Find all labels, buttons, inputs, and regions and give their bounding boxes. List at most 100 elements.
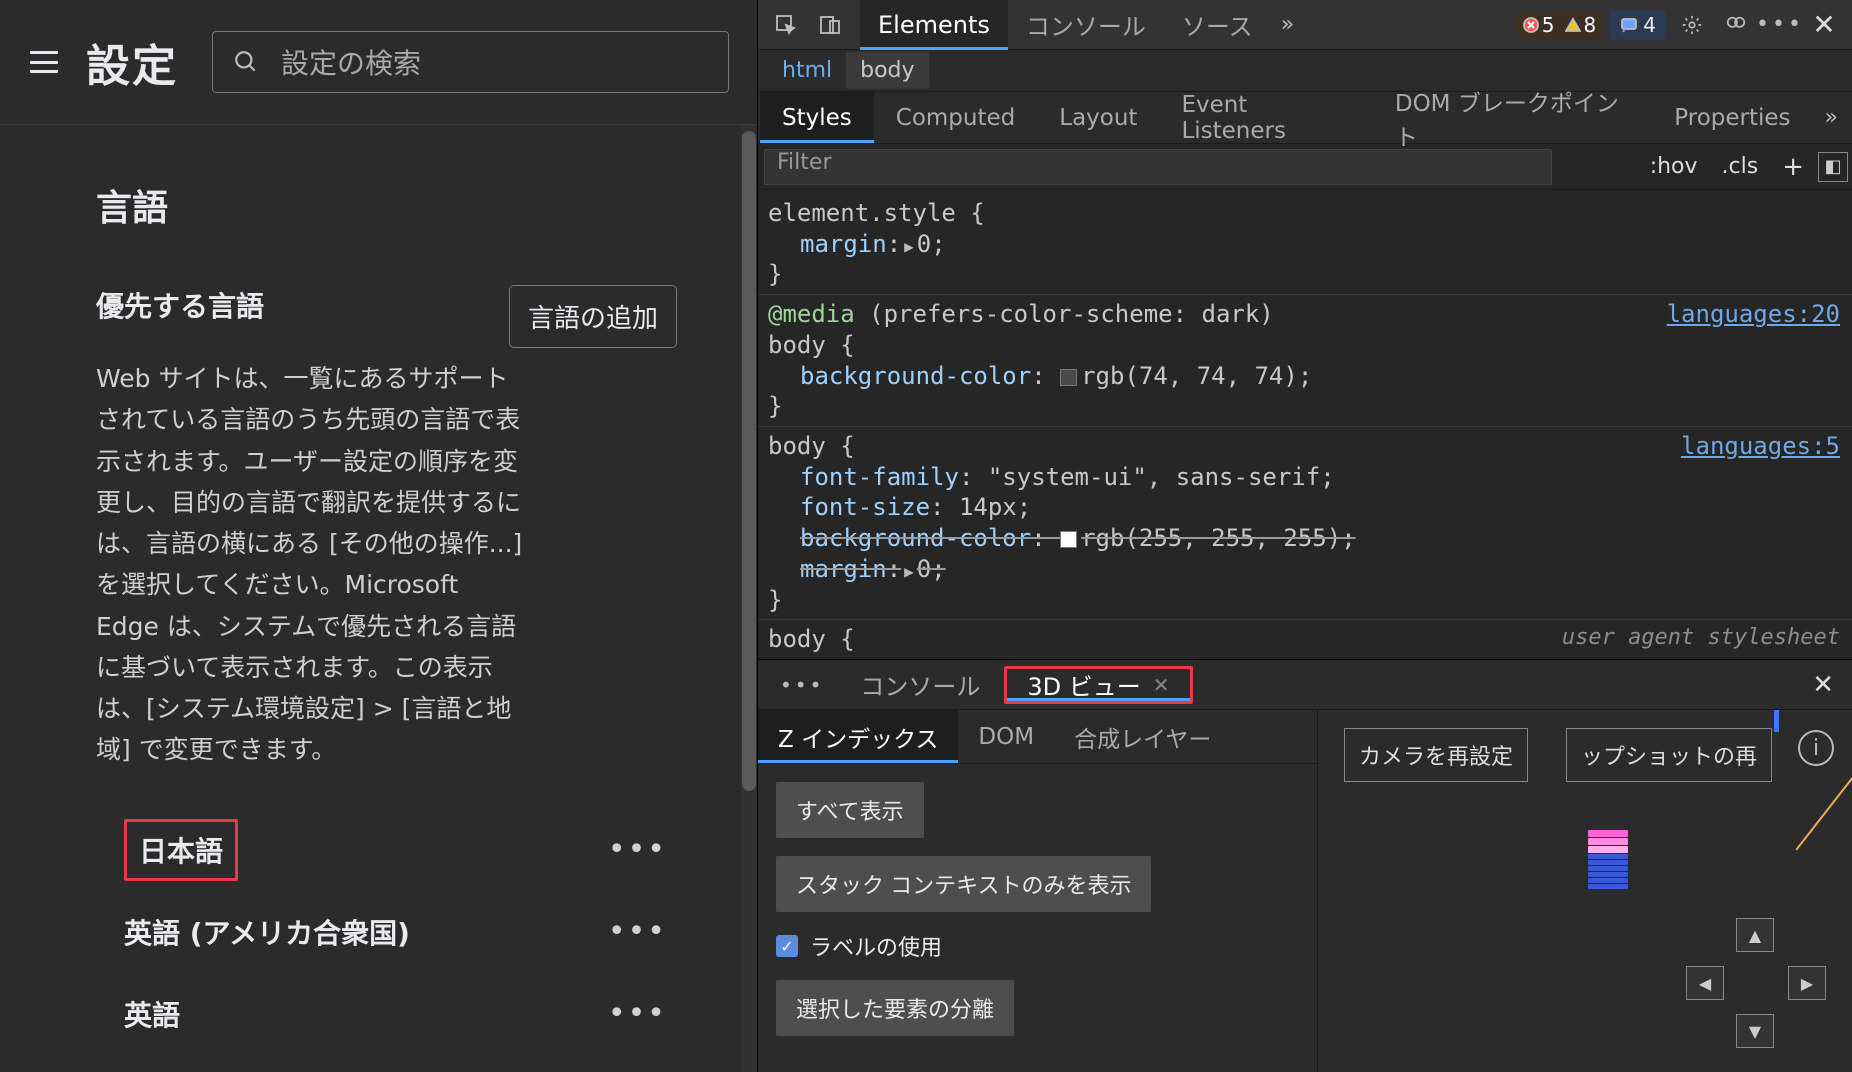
settings-pane: 設定 設定の検索 言語 優先する言語 言語の追加 Web サイトは、一覧にあるサ… (0, 0, 757, 1072)
isolate-element-button[interactable]: 選択した要素の分離 (776, 980, 1014, 1036)
language-item[interactable]: 中国語 (繁体字) ••• (124, 1055, 677, 1072)
preferred-languages-title: 優先する言語 (96, 285, 264, 325)
settings-scrollbar[interactable] (741, 125, 757, 1072)
drawer-tab-console[interactable]: コンソール (840, 660, 1000, 709)
more-options-icon[interactable]: ••• (1760, 5, 1800, 45)
pan-right-button[interactable]: ▶ (1788, 966, 1826, 1000)
language-name: 英語 (124, 994, 180, 1034)
more-actions-icon[interactable]: ••• (598, 1068, 677, 1072)
menu-icon[interactable] (30, 51, 58, 73)
hov-toggle[interactable]: :hov (1640, 148, 1708, 185)
close-drawer-icon[interactable]: ✕ (1800, 670, 1846, 700)
tab-properties[interactable]: Properties (1652, 92, 1812, 143)
css-rule[interactable]: languages:20 @media (prefers-color-schem… (758, 294, 1852, 426)
info-count: 4 (1643, 13, 1656, 37)
rule-selector: body (768, 625, 826, 653)
drawer-more-icon[interactable]: ••• (764, 673, 840, 697)
close-devtools-icon[interactable]: ✕ (1804, 5, 1844, 45)
more-actions-icon[interactable]: ••• (598, 822, 677, 877)
pan-left-button[interactable]: ◀ (1686, 966, 1724, 1000)
css-rule[interactable]: element.style { margin:▶0; } (758, 194, 1852, 294)
feedback-icon[interactable] (1716, 5, 1756, 45)
css-value: 0 (917, 555, 931, 583)
inspect-icon[interactable] (766, 5, 806, 45)
pan-down-button[interactable]: ▼ (1736, 1014, 1774, 1048)
settings-header: 設定 設定の検索 (0, 0, 757, 125)
breadcrumb-body[interactable]: body (846, 52, 928, 89)
new-style-rule-button[interactable]: + (1772, 146, 1814, 188)
reset-camera-button[interactable]: カメラを再設定 (1344, 728, 1528, 782)
language-name: 英語 (アメリカ合衆国) (124, 912, 410, 952)
css-value: rgb(74, 74, 74) (1081, 362, 1298, 390)
checkbox-checked-icon[interactable] (776, 935, 798, 957)
drawer-tabs: ••• コンソール 3D ビュー ✕ ✕ (758, 660, 1852, 710)
perspective-line (1618, 710, 1852, 860)
source-link[interactable]: languages:5 (1681, 431, 1840, 462)
subtab-layers[interactable]: 合成レイヤー (1054, 710, 1231, 763)
warning-count: 8 (1584, 13, 1597, 37)
tab-console[interactable]: コンソール (1008, 0, 1164, 49)
3dview-canvas[interactable]: カメラを再設定 ップショットの再 i ▲ ▼ ◀ ▶ (1318, 710, 1852, 1072)
checkbox-label: ラベルの使用 (810, 930, 942, 962)
drawer-tab-3dview[interactable]: 3D ビュー ✕ (1004, 666, 1192, 704)
css-property: margin (800, 230, 887, 258)
settings-body: 言語 優先する言語 言語の追加 Web サイトは、一覧にあるサポートされている言… (0, 125, 757, 1072)
tab-styles[interactable]: Styles (760, 92, 874, 143)
language-item[interactable]: 英語 (アメリカ合衆国) ••• (124, 891, 677, 973)
css-value: 14px (959, 493, 1017, 521)
color-swatch[interactable] (1060, 531, 1077, 548)
more-actions-icon[interactable]: ••• (598, 904, 677, 959)
more-style-tabs-icon[interactable]: » (1813, 105, 1850, 130)
tab-elements[interactable]: Elements (860, 0, 1008, 49)
search-icon (233, 49, 259, 75)
tab-layout[interactable]: Layout (1037, 92, 1159, 143)
source-link[interactable]: languages:20 (1667, 299, 1840, 330)
css-property: background-color (800, 362, 1031, 390)
css-rule[interactable]: languages:5 body { font-family: "system-… (758, 426, 1852, 619)
css-property: background-color (800, 524, 1031, 552)
css-property: margin (800, 555, 887, 583)
layer-stack (1588, 830, 1628, 890)
devtools-toolbar: Elements コンソール ソース » 5 8 4 ••• ✕ (758, 0, 1852, 50)
settings-gear-icon[interactable] (1672, 5, 1712, 45)
language-item[interactable]: 日本語 ••• (124, 809, 677, 891)
show-all-button[interactable]: すべて表示 (776, 782, 924, 838)
stack-context-only-button[interactable]: スタック コンテキストのみを表示 (776, 856, 1151, 912)
issues-badge[interactable]: 5 8 (1517, 11, 1602, 39)
error-count: 5 (1542, 13, 1555, 37)
pan-up-button[interactable]: ▲ (1736, 918, 1774, 952)
css-property: font-size (800, 493, 930, 521)
info-badge[interactable]: 4 (1610, 10, 1666, 40)
css-rule[interactable]: user agent stylesheet body { (758, 619, 1852, 655)
toggle-sidebar-icon[interactable] (1818, 152, 1848, 182)
css-value: rgb(255, 255, 255) (1081, 524, 1341, 552)
media-keyword: @media (768, 300, 855, 328)
rule-selector: body (768, 331, 826, 359)
cls-toggle[interactable]: .cls (1712, 148, 1769, 185)
add-language-button[interactable]: 言語の追加 (509, 285, 677, 348)
close-tab-icon[interactable]: ✕ (1153, 673, 1170, 697)
breadcrumb-html[interactable]: html (768, 52, 846, 89)
styles-filter-row: Filter :hov .cls + (758, 144, 1852, 190)
labels-checkbox-row[interactable]: ラベルの使用 (776, 930, 1299, 962)
language-item[interactable]: 英語 ••• (124, 973, 677, 1055)
settings-search[interactable]: 設定の検索 (212, 31, 729, 93)
3dview-subtabs: Z インデックス DOM 合成レイヤー (758, 710, 1317, 764)
preferred-languages-description: Web サイトは、一覧にあるサポートされている言語のうち先頭の言語で表示されます… (96, 358, 526, 771)
tab-event-listeners[interactable]: Event Listeners (1159, 92, 1372, 143)
device-toggle-icon[interactable] (810, 5, 850, 45)
subtab-zindex[interactable]: Z インデックス (758, 710, 958, 763)
devtools-pane: Elements コンソール ソース » 5 8 4 ••• ✕ (757, 0, 1852, 1072)
color-swatch[interactable] (1060, 369, 1077, 386)
more-actions-icon[interactable]: ••• (598, 986, 677, 1041)
css-rules: element.style { margin:▶0; } languages:2… (758, 190, 1852, 659)
tab-dom-breakpoints[interactable]: DOM ブレークポイント (1373, 92, 1652, 143)
tab-computed[interactable]: Computed (874, 92, 1037, 143)
subtab-dom[interactable]: DOM (958, 710, 1054, 763)
styles-filter-input[interactable]: Filter (764, 149, 1552, 185)
devtools-drawer: ••• コンソール 3D ビュー ✕ ✕ Z インデックス DOM 合成レイヤー (758, 659, 1852, 1072)
language-list: 日本語 ••• 英語 (アメリカ合衆国) ••• 英語 ••• 中国語 (繁体字… (96, 809, 677, 1072)
more-tabs-icon[interactable]: » (1271, 0, 1304, 49)
tab-sources[interactable]: ソース (1164, 0, 1271, 49)
rule-selector: body (768, 432, 826, 460)
